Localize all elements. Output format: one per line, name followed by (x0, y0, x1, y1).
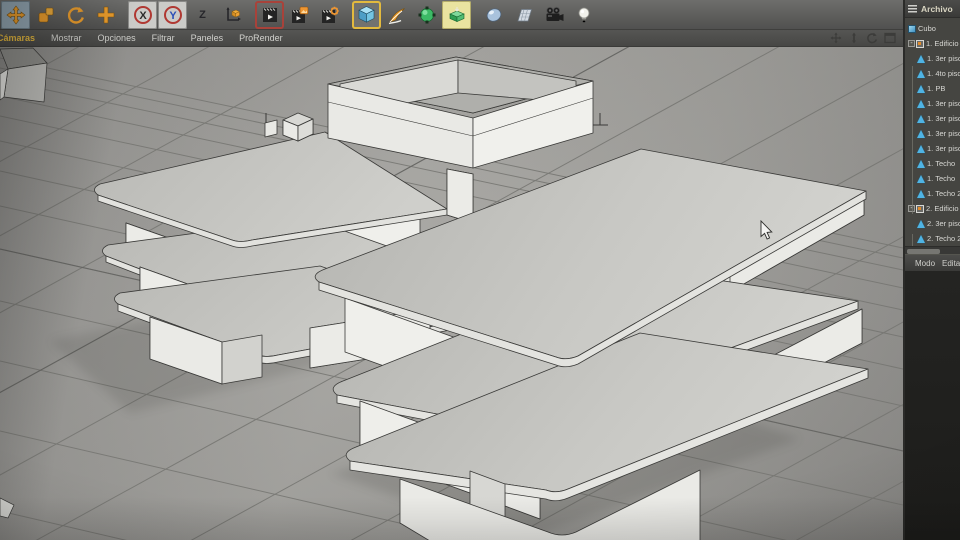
object-label: 1. Edificio (926, 39, 959, 48)
polygon-object-icon (917, 100, 925, 108)
coordinate-system-icon[interactable] (218, 1, 247, 29)
rotate-view-icon[interactable] (865, 32, 878, 45)
object-row[interactable]: 1. 3er piso (905, 141, 960, 156)
object-label: 1. 3er piso (927, 54, 960, 63)
distant-box[interactable] (0, 48, 47, 102)
object-row[interactable]: - 1. Edificio (905, 36, 960, 51)
polygon-object-icon (917, 220, 925, 228)
viewport-menubar: CámarasMostrarOpcionesFiltrarPanelesProR… (0, 30, 906, 47)
viewport-nav-controls (829, 32, 906, 45)
move-tool-icon[interactable] (1, 1, 30, 29)
cube-object-icon (908, 25, 916, 33)
scale-tool-icon[interactable] (31, 1, 60, 29)
object-row[interactable]: 1. 3er piso (905, 126, 960, 141)
right-panel: Archivo Cubo- 1. Edificio 1. 3er piso 1. 4t… (903, 0, 960, 540)
attribute-manager-header: Modo Editar (905, 254, 960, 271)
pan-view-icon[interactable] (829, 32, 842, 45)
object-label: 1. PB (927, 84, 945, 93)
object-row[interactable]: Cubo (905, 21, 960, 36)
add-cube-button[interactable] (352, 1, 381, 29)
last-tool-icon[interactable] (91, 1, 120, 29)
polygon-object-icon (917, 85, 925, 93)
cinema4d-window: X Y Z (0, 0, 960, 540)
pen-spline-icon[interactable] (382, 1, 411, 29)
polygon-object-icon (917, 145, 925, 153)
render-picture-viewer-button[interactable] (285, 1, 314, 29)
null-object-icon (916, 205, 924, 213)
scene-svg (0, 47, 903, 540)
object-label: 2. Edificio (926, 204, 959, 213)
tree-guide-line (912, 66, 913, 214)
environment-floor-icon[interactable] (509, 1, 538, 29)
object-row[interactable]: 1. Techo (905, 171, 960, 186)
object-manager-header: Archivo (905, 0, 960, 18)
object-row[interactable]: 1. Techo 2 (905, 186, 960, 201)
attribute-manager-body (905, 271, 960, 540)
render-view-button[interactable] (255, 1, 284, 29)
viewport-menu-paneles[interactable]: Paneles (183, 33, 232, 43)
object-row[interactable]: 1. 4to piso (905, 66, 960, 81)
object-row[interactable]: 1. 3er piso (905, 111, 960, 126)
main-toolbar: X Y Z (0, 0, 906, 30)
object-label: Cubo (918, 24, 936, 33)
null-object-icon (916, 40, 924, 48)
viewport-canvas[interactable] (0, 47, 903, 540)
viewport-menu-mostrar[interactable]: Mostrar (43, 33, 90, 43)
object-manager-menu[interactable]: Archivo (921, 4, 953, 14)
add-generator-icon[interactable] (412, 1, 441, 29)
viewport-menu-filtrar[interactable]: Filtrar (144, 33, 183, 43)
object-label: 2. Techo 2 (927, 234, 960, 243)
object-label: 1. 3er piso (927, 144, 960, 153)
object-label: 1. 3er piso (927, 99, 960, 108)
axis-y-label: Y (169, 10, 177, 22)
lock-x-axis-button[interactable]: X (128, 1, 157, 29)
maximize-view-icon[interactable] (883, 32, 896, 45)
polygon-object-icon (917, 130, 925, 138)
polygon-object-icon (917, 235, 925, 243)
polygon-object-icon (917, 190, 925, 198)
camera-icon[interactable] (539, 1, 568, 29)
object-manager-tree: Cubo- 1. Edificio 1. 3er piso 1. 4to piso 1.… (905, 18, 960, 246)
add-deformer-icon[interactable] (442, 1, 471, 29)
polygon-object-icon (917, 55, 925, 63)
polygon-object-icon (917, 70, 925, 78)
object-label: 1. Techo 2 (927, 189, 960, 198)
object-row[interactable]: 1. PB (905, 81, 960, 96)
light-icon[interactable] (569, 1, 598, 29)
axis-z-label: Z (199, 9, 206, 21)
polygon-object-icon (917, 175, 925, 183)
lock-y-axis-button[interactable]: Y (158, 1, 187, 29)
object-row[interactable]: 2. Techo 2 (905, 231, 960, 246)
offscreen-slab (0, 498, 14, 518)
rotate-tool-icon[interactable] (61, 1, 90, 29)
object-label: 1. 3er piso (927, 114, 960, 123)
object-row[interactable]: 1. 3er piso (905, 96, 960, 111)
viewport-menu-c-maras[interactable]: Cámaras (0, 33, 43, 43)
object-label: 1. 4to piso (927, 69, 960, 78)
object-manager-scrollbar[interactable] (905, 246, 960, 254)
viewport-menu-items: CámarasMostrarOpcionesFiltrarPanelesProR… (0, 33, 291, 43)
zoom-view-icon[interactable] (847, 32, 860, 45)
mode-menu[interactable]: Modo (915, 259, 935, 268)
object-label: 1. Techo (927, 174, 955, 183)
object-row[interactable]: -2. Edificio (905, 201, 960, 216)
lock-z-axis-button[interactable]: Z (188, 1, 217, 29)
expand-toggle-icon[interactable]: - (908, 40, 915, 47)
edit-menu[interactable]: Editar (942, 259, 960, 268)
axis-x-label: X (139, 10, 147, 22)
object-row[interactable]: 2. 3er piso (905, 216, 960, 231)
polygon-object-icon (917, 160, 925, 168)
object-label: 1. 3er piso (927, 129, 960, 138)
viewport-menu-opciones[interactable]: Opciones (90, 33, 144, 43)
object-label: 2. 3er piso (927, 219, 960, 228)
render-settings-button[interactable] (315, 1, 344, 29)
polygon-object-icon (917, 115, 925, 123)
object-row[interactable]: 1. Techo (905, 156, 960, 171)
object-label: 1. Techo (927, 159, 955, 168)
tree-guide-line-2 (912, 234, 913, 246)
panel-menu-icon[interactable] (908, 5, 917, 13)
material-sphere-icon[interactable] (479, 1, 508, 29)
viewport-menu-prorender[interactable]: ProRender (231, 33, 291, 43)
object-row[interactable]: 1. 3er piso (905, 51, 960, 66)
